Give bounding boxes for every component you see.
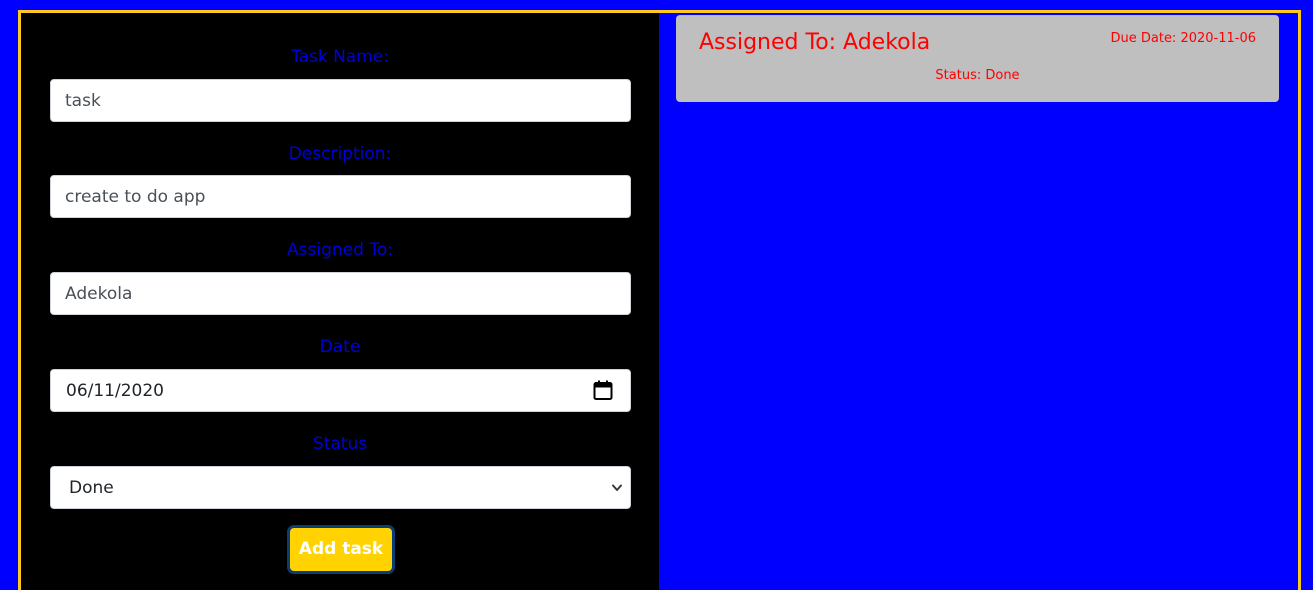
status-select[interactable]: Done bbox=[50, 466, 631, 509]
chevron-down-icon bbox=[612, 484, 622, 491]
task-card: Assigned To: Adekola Due Date: 2020-11-0… bbox=[676, 15, 1279, 102]
task-card-due-date: Due Date: 2020-11-06 bbox=[1110, 31, 1256, 46]
status-selected-value: Done bbox=[69, 478, 114, 498]
description-label: Description: bbox=[288, 144, 392, 164]
date-label: Date bbox=[319, 337, 361, 357]
task-card-assignee: Assigned To: Adekola bbox=[699, 30, 931, 55]
assigned-to-label: Assigned To: bbox=[287, 240, 393, 260]
status-label: Status bbox=[312, 434, 368, 454]
date-value: 06/11/2020 bbox=[66, 381, 164, 401]
task-name-input[interactable] bbox=[50, 79, 631, 122]
assigned-to-input[interactable] bbox=[50, 272, 631, 315]
app-frame: Task Name: Description: Assigned To: Dat… bbox=[18, 10, 1301, 590]
task-card-status: Status: Done bbox=[935, 68, 1020, 83]
add-task-button[interactable]: Add task bbox=[287, 525, 395, 574]
calendar-icon[interactable] bbox=[593, 380, 613, 401]
date-input[interactable]: 06/11/2020 bbox=[50, 369, 631, 412]
description-input[interactable] bbox=[50, 175, 631, 218]
task-name-label: Task Name: bbox=[291, 47, 389, 67]
task-form: Task Name: Description: Assigned To: Dat… bbox=[21, 13, 659, 590]
